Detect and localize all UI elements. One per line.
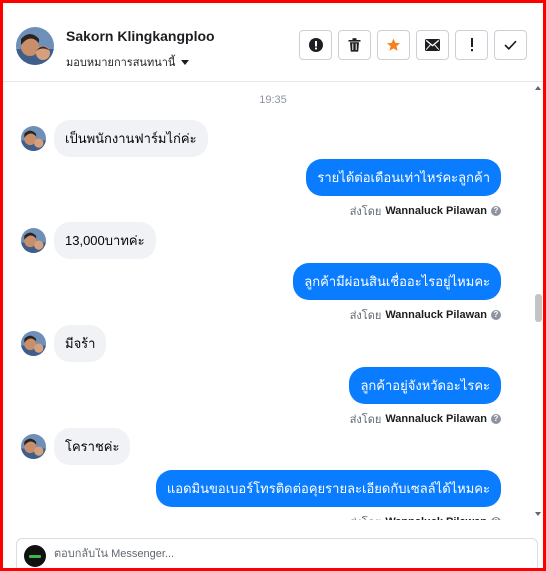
message-row-outgoing: ลูกค้ามีผ่อนสินเชื่ออะไรอยู่ไหมคะ ส่งโดย… [293, 263, 501, 324]
trash-icon [348, 38, 361, 52]
exclamation-icon [470, 38, 473, 52]
follow-up-button[interactable] [455, 30, 488, 60]
help-icon[interactable]: ? [491, 414, 501, 424]
outgoing-message-bubble: ลูกค้าอยู่จังหวัดอะไรคะ [349, 367, 501, 404]
caret-down-icon [181, 59, 190, 65]
outgoing-message-bubble: รายได้ต่อเดือนเท่าไหร่คะลูกค้า [306, 159, 501, 196]
agent-name: Wannaluck Pilawan [385, 309, 487, 321]
reply-input[interactable] [54, 548, 524, 560]
message-row-outgoing: ลูกค้าอยู่จังหวัดอะไรคะ ส่งโดย Wannaluck… [349, 367, 501, 428]
help-icon[interactable]: ? [491, 310, 501, 320]
agent-name: Wannaluck Pilawan [385, 516, 487, 520]
sent-by-label: ส่งโดย Wannaluck Pilawan ? [350, 306, 501, 324]
help-icon[interactable]: ? [491, 517, 501, 520]
assign-label: มอบหมายการสนทนานี้ [66, 57, 176, 69]
sent-by-prefix: ส่งโดย [350, 513, 382, 520]
outgoing-message-bubble: ลูกค้ามีผ่อนสินเชื่ออะไรอยู่ไหมคะ [293, 263, 501, 300]
message-row-incoming: 13,000บาทค่ะ [21, 222, 156, 259]
sent-by-label: ส่งโดย Wannaluck Pilawan ? [350, 202, 501, 220]
scroll-down-arrow-icon[interactable] [535, 512, 541, 516]
incoming-message-bubble: เป็นพนักงานฟาร์มไก่ค่ะ [54, 120, 208, 157]
agent-name: Wannaluck Pilawan [385, 205, 487, 217]
message-thread[interactable]: 19:35 เป็นพนักงานฟาร์มไก่ค่ะ รายได้ต่อเด… [3, 83, 534, 520]
mark-done-button[interactable] [494, 30, 527, 60]
contact-avatar-small[interactable] [21, 228, 46, 253]
contact-name[interactable]: Sakorn Klingkangploo [66, 28, 215, 44]
assign-conversation-dropdown[interactable]: มอบหมายการสนทนานี้ [66, 53, 190, 71]
contact-avatar-small[interactable] [21, 331, 46, 356]
star-icon [386, 38, 401, 51]
mark-unread-button[interactable] [416, 30, 449, 60]
sent-by-prefix: ส่งโดย [349, 414, 382, 426]
thread-scrollbar[interactable] [534, 83, 543, 520]
mark-spam-button[interactable] [299, 30, 332, 60]
message-row-outgoing: รายได้ต่อเดือนเท่าไหร่คะลูกค้า ส่งโดย Wa… [306, 159, 501, 220]
contact-avatar-small[interactable] [21, 434, 46, 459]
agent-name: Wannaluck Pilawan [385, 413, 487, 425]
message-row-incoming: เป็นพนักงานฟาร์มไก่ค่ะ [21, 120, 208, 157]
envelope-icon [425, 39, 440, 51]
delete-button[interactable] [338, 30, 371, 60]
message-row-incoming: มีจร้า [21, 325, 107, 362]
header-actions [299, 30, 527, 60]
checkmark-icon [504, 40, 517, 50]
sent-by-prefix: ส่งโดย [349, 206, 382, 218]
exclamation-circle-icon [308, 38, 323, 52]
page-avatar [24, 545, 46, 567]
scroll-up-arrow-icon[interactable] [535, 86, 541, 90]
sent-by-label: ส่งโดย Wannaluck Pilawan ? [350, 410, 501, 428]
contact-avatar-small[interactable] [21, 126, 46, 151]
message-row-outgoing: แอดมินขอเบอร์โทรติดต่อคุยรายละเอียดกับเซ… [155, 470, 501, 520]
sent-by-prefix: ส่งโดย [349, 310, 382, 322]
conversation-header: Sakorn Klingkangploo มอบหมายการสนทนานี้ [3, 3, 543, 82]
reply-composer [16, 538, 538, 571]
star-button[interactable] [377, 30, 410, 60]
incoming-message-bubble: 13,000บาทค่ะ [54, 222, 156, 259]
message-row-incoming: โคราชค่ะ [21, 428, 131, 465]
contact-avatar[interactable] [16, 27, 54, 65]
help-icon[interactable]: ? [491, 206, 501, 216]
outgoing-message-bubble: แอดมินขอเบอร์โทรติดต่อคุยรายละเอียดกับเซ… [155, 470, 501, 507]
incoming-message-bubble: โคราชค่ะ [54, 428, 131, 465]
timestamp-separator: 19:35 [259, 94, 287, 106]
incoming-message-bubble: มีจร้า [54, 325, 107, 362]
sent-by-label: ส่งโดย Wannaluck Pilawan ? [350, 513, 501, 520]
scrollbar-thumb[interactable] [535, 294, 542, 322]
